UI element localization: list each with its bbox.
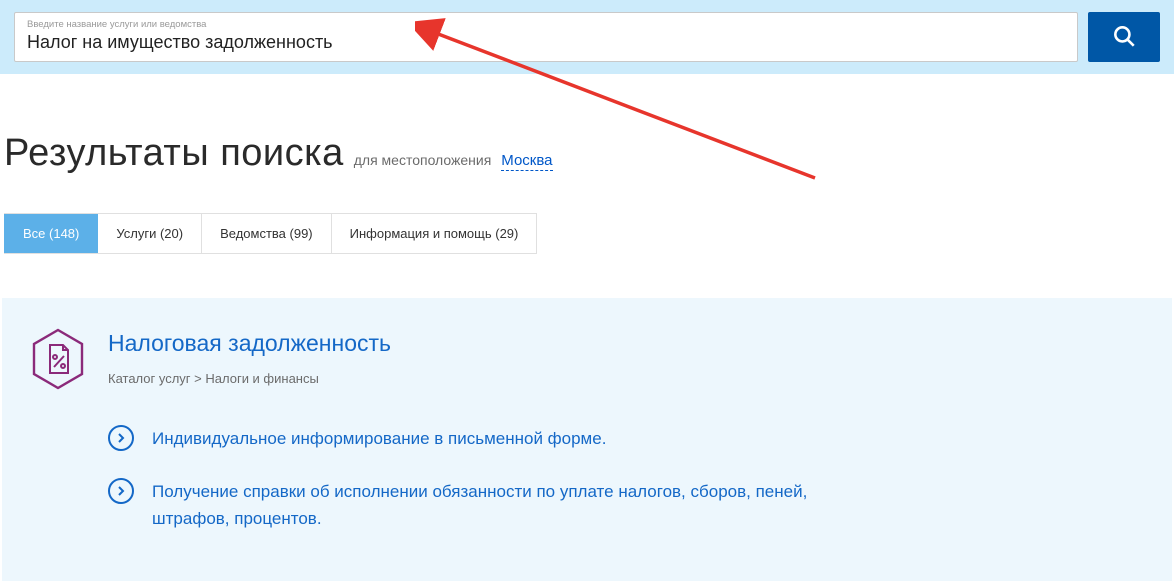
result-card: Налоговая задолженность Каталог услуг > … bbox=[2, 298, 1172, 581]
tab-all[interactable]: Все (148) bbox=[4, 214, 98, 253]
chevron-right-icon bbox=[108, 478, 134, 504]
tabs: Все (148) Услуги (20) Ведомства (99) Инф… bbox=[4, 213, 537, 254]
search-label: Введите название услуги или ведомства bbox=[27, 19, 1065, 30]
search-bar: Введите название услуги или ведомства bbox=[0, 0, 1174, 74]
search-button[interactable] bbox=[1088, 12, 1160, 62]
chevron-right-icon bbox=[108, 425, 134, 451]
document-percent-icon bbox=[30, 328, 86, 395]
result-header: Налоговая задолженность Каталог услуг > … bbox=[30, 328, 1144, 395]
search-icon bbox=[1111, 23, 1137, 52]
result-links: Индивидуальное информирование в письменн… bbox=[108, 425, 1144, 533]
search-field-container[interactable]: Введите название услуги или ведомства bbox=[14, 12, 1078, 62]
tab-agencies[interactable]: Ведомства (99) bbox=[202, 214, 332, 253]
location-link[interactable]: Москва bbox=[501, 152, 552, 171]
result-link-row: Индивидуальное информирование в письменн… bbox=[108, 425, 1144, 452]
result-link-row: Получение справки об исполнении обязанно… bbox=[108, 478, 1144, 532]
result-title[interactable]: Налоговая задолженность bbox=[108, 330, 391, 357]
page-title: Результаты поиска bbox=[4, 132, 344, 175]
location-prefix: для местоположения bbox=[354, 152, 492, 168]
breadcrumb: Каталог услуг > Налоги и финансы bbox=[108, 371, 391, 386]
result-title-block: Налоговая задолженность Каталог услуг > … bbox=[108, 328, 391, 386]
result-link[interactable]: Индивидуальное информирование в письменн… bbox=[152, 425, 606, 452]
heading-row: Результаты поиска для местоположения Мос… bbox=[0, 74, 1174, 205]
tab-info[interactable]: Информация и помощь (29) bbox=[332, 214, 538, 253]
result-link[interactable]: Получение справки об исполнении обязанно… bbox=[152, 478, 872, 532]
tab-services[interactable]: Услуги (20) bbox=[98, 214, 202, 253]
search-input[interactable] bbox=[27, 32, 1065, 53]
